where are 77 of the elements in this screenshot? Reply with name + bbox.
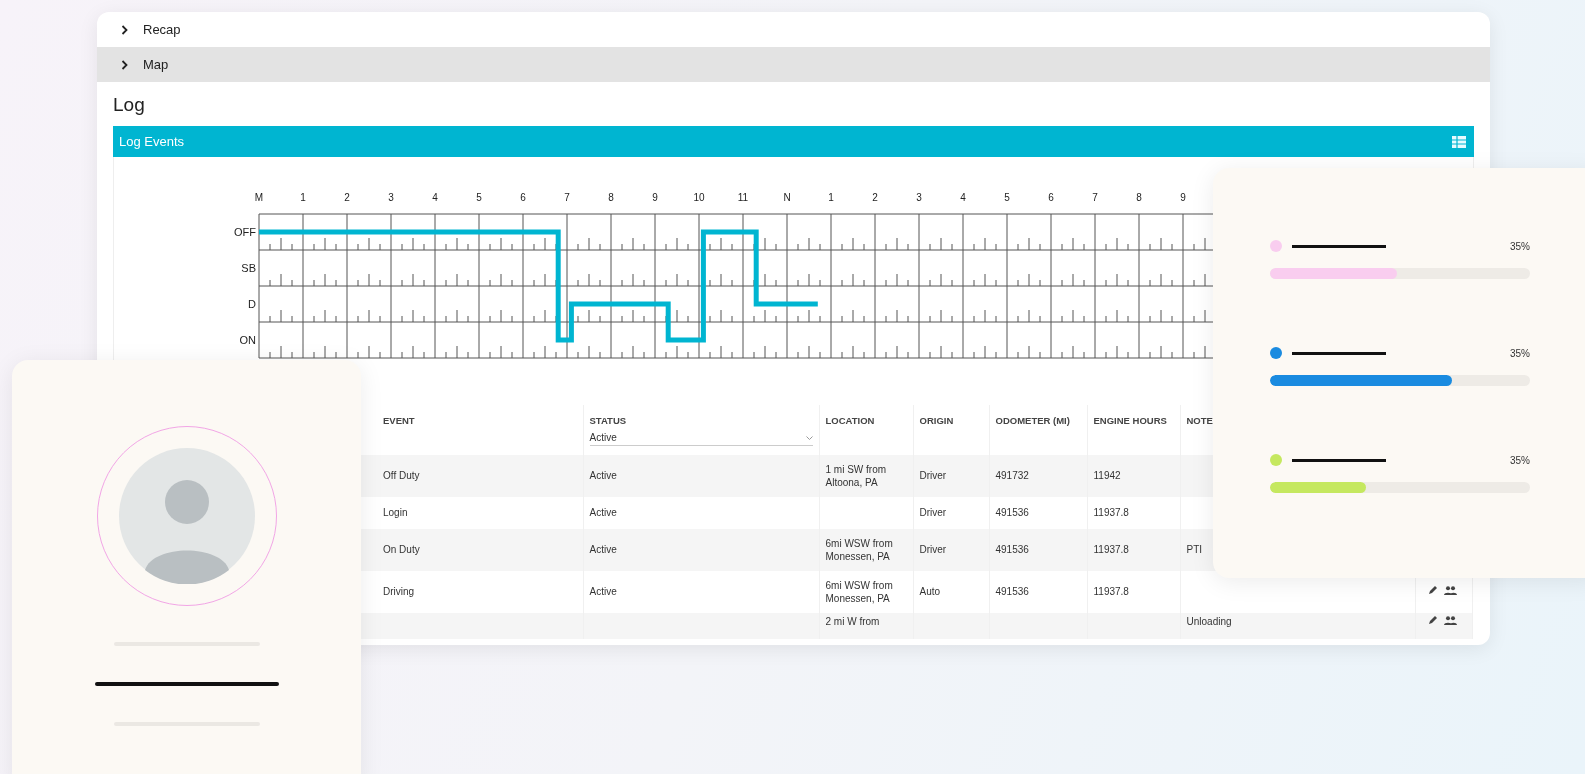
percent-label: 35% xyxy=(1510,454,1530,466)
hour-label: 1 xyxy=(300,192,306,203)
table-cell: Driving xyxy=(383,586,415,598)
hour-label: 6 xyxy=(520,192,526,203)
status-label: D xyxy=(248,298,256,310)
column-header: EVENT xyxy=(383,415,415,426)
table-cell: 6mi WSW from Monessen, PA xyxy=(825,537,893,562)
status-filter-dropdown[interactable]: Active xyxy=(589,432,813,446)
section-title: Recap xyxy=(143,22,181,37)
section-header[interactable]: Recap xyxy=(97,12,1490,47)
percent-label: 35% xyxy=(1510,240,1530,252)
avatar-silhouette-icon xyxy=(118,448,255,584)
table-cell: Driver xyxy=(919,470,947,482)
table-cell: 491536 xyxy=(995,544,1029,556)
hour-label: 2 xyxy=(344,192,350,203)
percent-label: 35% xyxy=(1510,347,1530,359)
column-header: LOCATION xyxy=(825,415,875,426)
hour-label: M xyxy=(254,192,264,203)
table-cell: Auto xyxy=(919,586,941,598)
chevron-icon xyxy=(121,24,129,35)
hour-label: 6 xyxy=(1048,192,1054,203)
hour-label: 8 xyxy=(608,192,614,203)
column-header: NOTE xyxy=(1186,415,1213,426)
column-header: ENGINE HOURS xyxy=(1093,415,1167,426)
table-cell: Login xyxy=(383,507,408,519)
table-cell: Off Duty xyxy=(383,470,420,482)
chevron-icon xyxy=(121,59,129,70)
table-cell: 6mi WSW from Monessen, PA xyxy=(825,579,893,604)
hour-label: 4 xyxy=(432,192,438,203)
hour-label: 3 xyxy=(916,192,922,203)
column-header: STATUS xyxy=(589,415,627,426)
hour-label: 7 xyxy=(564,192,570,203)
people-icon[interactable] xyxy=(1443,616,1457,625)
table-cell: 1 mi SW from Altoona, PA xyxy=(825,463,887,488)
log-heading: Log xyxy=(112,93,146,117)
hour-label: 3 xyxy=(388,192,394,203)
table-cell: 11942 xyxy=(1093,470,1121,482)
column-header: ORIGIN xyxy=(919,415,954,426)
hour-label: 11 xyxy=(737,192,749,203)
caret-icon xyxy=(805,435,813,440)
people-icon[interactable] xyxy=(1443,586,1457,596)
table-cell: 491536 xyxy=(995,507,1029,519)
table-cell: 491536 xyxy=(995,586,1029,598)
hour-label: 4 xyxy=(960,192,966,203)
pencil-icon[interactable] xyxy=(1427,615,1438,625)
pencil-icon[interactable] xyxy=(1427,585,1438,596)
table-cell: PTI xyxy=(1186,544,1203,556)
section-title: Map xyxy=(143,57,169,72)
table-cell: Active xyxy=(589,507,617,519)
hour-label: 5 xyxy=(476,192,482,203)
hour-label: N xyxy=(783,192,791,203)
table-cell: Unloading xyxy=(1186,616,1232,627)
table-cell: 11937.8 xyxy=(1093,544,1129,556)
hour-label: 7 xyxy=(1092,192,1098,203)
column-header: ODOMETER (MI) xyxy=(995,415,1070,426)
table-cell: On Duty xyxy=(383,544,420,556)
hour-label: 8 xyxy=(1136,192,1142,203)
table-cell: Driver xyxy=(919,544,947,556)
hour-label: 5 xyxy=(1004,192,1010,203)
table-cell: 11937.8 xyxy=(1093,586,1129,598)
hour-label: 9 xyxy=(652,192,658,203)
status-label: SB xyxy=(241,262,256,274)
table-cell: Active xyxy=(589,470,617,482)
hour-label: 9 xyxy=(1180,192,1186,203)
table-cell: 2 mi W from xyxy=(825,616,880,627)
panel-title: Log Events xyxy=(119,134,185,149)
table-cell: 491732 xyxy=(995,470,1029,482)
hour-label: 1 xyxy=(828,192,834,203)
table-cell: Active xyxy=(589,544,617,556)
table-cell: Active xyxy=(589,586,617,598)
hour-label: 10 xyxy=(693,192,705,203)
section-header[interactable]: Map xyxy=(97,47,1490,82)
status-label: OFF xyxy=(234,226,256,238)
status-label: ON xyxy=(239,334,256,346)
table-cell: Driver xyxy=(919,507,947,519)
table-cell: 11937.8 xyxy=(1093,507,1129,519)
hour-label: 2 xyxy=(872,192,878,203)
